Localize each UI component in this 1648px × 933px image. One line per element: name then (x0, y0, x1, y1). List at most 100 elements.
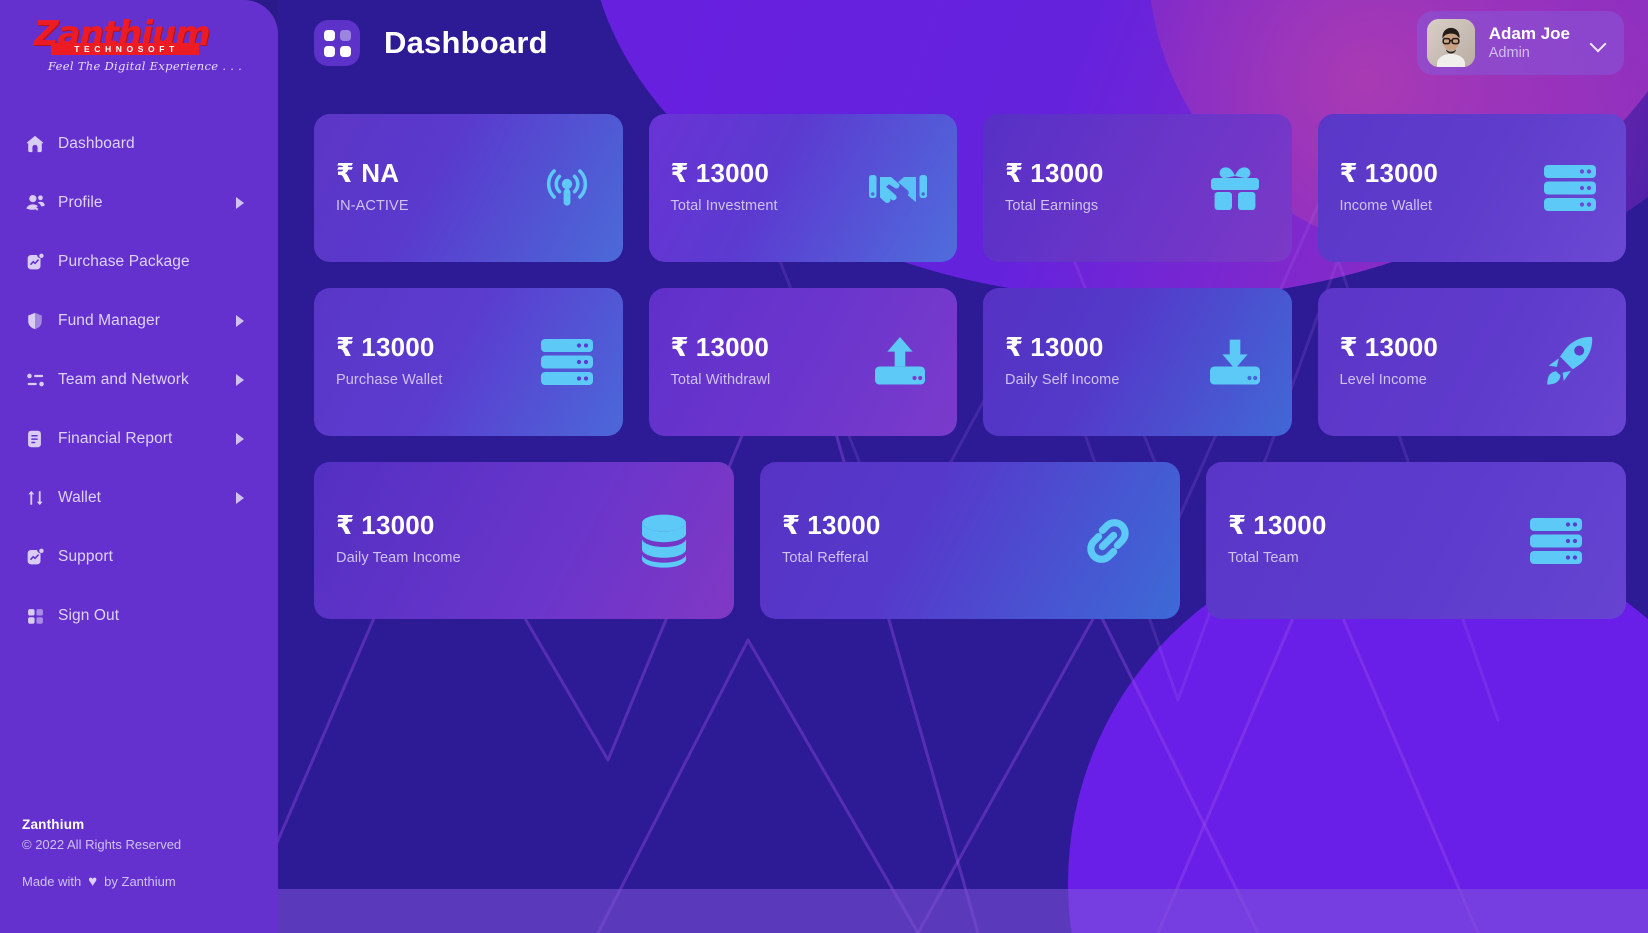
grid-cell (323, 29, 335, 41)
chevron-right-icon (236, 491, 244, 504)
stat-value: ₹13000 (336, 510, 708, 541)
brand-logo-subtitle: TECHNOSOFT (51, 43, 199, 55)
stat-label: Total Refferal (782, 550, 869, 566)
stat-value: ₹13000 (782, 510, 1154, 541)
stat-card-total-withdrawl[interactable]: ₹13000 Total Withdrawl (648, 288, 957, 436)
stat-amount: 13000 (1364, 332, 1439, 362)
stat-value: ₹13000 (1228, 510, 1600, 541)
sidebar-item-team-and-network[interactable]: Team and Network (0, 350, 278, 409)
stat-value: ₹13000 (336, 332, 597, 363)
currency-symbol: ₹ (1339, 333, 1358, 363)
stat-amount: 13000 (807, 510, 881, 540)
sidebar-item-purchase-package[interactable]: Purchase Package (0, 232, 278, 291)
chevron-right-icon (236, 314, 244, 327)
stat-label: Daily Self Income (1005, 372, 1120, 388)
grid-cell (339, 29, 351, 41)
stat-card-in-active[interactable]: ₹ NA IN-ACTIVE (314, 114, 623, 262)
stat-card-daily-self-income[interactable]: ₹13000 Daily Self Income (983, 288, 1292, 436)
stat-value: ₹13000 (1340, 332, 1601, 363)
stats-grid: ₹ NA IN-ACTIVE ₹13000 Total Investment ₹… (278, 86, 1648, 619)
sidebar-item-support[interactable]: Support (0, 527, 278, 586)
sidebar-item-label: Purchase Package (58, 252, 190, 270)
sidebar: Zanthium TECHNOSOFT Feel The Digital Exp… (0, 0, 278, 933)
chart-box-icon (24, 543, 58, 571)
stat-value: ₹13000 (671, 332, 932, 363)
stats-row: ₹ NA IN-ACTIVE ₹13000 Total Investment ₹… (314, 114, 1626, 262)
grid-icon (24, 602, 58, 630)
stat-label: Income Wallet (1339, 198, 1433, 214)
stat-card-total-investment[interactable]: ₹13000 Total Investment (648, 114, 957, 262)
stat-amount: 13000 (1364, 158, 1439, 188)
sidebar-item-financial-report[interactable]: Financial Report (0, 409, 278, 468)
user-role: Admin (1488, 45, 1530, 61)
document-icon (24, 425, 58, 453)
shield-icon (24, 307, 58, 335)
grid-cell (339, 45, 351, 57)
grid-icon[interactable] (314, 20, 360, 66)
sidebar-item-wallet[interactable]: Wallet (0, 468, 278, 527)
currency-symbol: ₹ (1339, 159, 1358, 189)
stat-card-purchase-wallet[interactable]: ₹13000 Purchase Wallet (314, 288, 623, 436)
made-by-label: by Zanthium (104, 874, 176, 889)
stat-label: Daily Team Income (336, 550, 461, 566)
sidebar-footer-brand: Zanthium (22, 817, 85, 832)
currency-symbol: ₹ (670, 159, 689, 189)
stat-card-daily-team-income[interactable]: ₹13000 Daily Team Income (314, 462, 734, 619)
stat-card-income-wallet[interactable]: ₹13000 Income Wallet (1317, 114, 1626, 262)
currency-symbol: ₹ (1005, 333, 1024, 363)
sidebar-item-label: Fund Manager (58, 311, 161, 329)
stat-card-total-refferal[interactable]: ₹13000 Total Refferal (760, 462, 1180, 619)
chevron-down-icon[interactable] (1590, 38, 1606, 48)
stat-value: ₹13000 (1005, 158, 1266, 189)
page-footer-bar (278, 889, 1648, 933)
sidebar-item-fund-manager[interactable]: Fund Manager (0, 291, 278, 350)
stat-amount: 13000 (695, 158, 770, 188)
stat-label: Total Team (1228, 550, 1299, 566)
user-meta: Adam Joe Admin (1489, 23, 1570, 63)
stat-label: IN-ACTIVE (336, 198, 409, 214)
sidebar-footer: Zanthium © 2022 All Rights Reserved Made… (22, 817, 262, 889)
currency-symbol: ₹ (336, 511, 355, 541)
grid-cell (323, 45, 335, 57)
stat-value: ₹13000 (1340, 158, 1601, 189)
chevron-right-icon (236, 432, 244, 445)
chevron-right-icon (236, 373, 244, 386)
sidebar-item-label: Financial Report (58, 429, 173, 447)
sidebar-item-dashboard[interactable]: Dashboard (0, 114, 278, 173)
stat-amount: 13000 (1253, 510, 1327, 540)
stat-amount: 13000 (1030, 332, 1104, 362)
sidebar-item-profile[interactable]: Profile (0, 173, 278, 232)
stat-label: Total Investment (670, 198, 778, 214)
sidebar-item-label: Team and Network (58, 370, 189, 388)
stat-label: Purchase Wallet (336, 372, 443, 388)
home-icon (24, 130, 58, 158)
user-menu[interactable]: Adam Joe Admin (1416, 11, 1624, 75)
stat-card-total-team[interactable]: ₹13000 Total Team (1206, 462, 1626, 619)
stat-amount: NA (361, 158, 400, 188)
users-icon (24, 189, 58, 217)
sidebar-nav: Dashboard Profile Purchase Package Fund … (0, 114, 278, 645)
user-avatar (1426, 19, 1475, 67)
stat-label: Total Earnings (1005, 198, 1099, 214)
user-name: Adam Joe (1488, 24, 1570, 43)
heart-icon: ♥ (88, 873, 98, 890)
main-content: Dashboard Adam Joe Admin ₹ NA IN-ACTIVE … (278, 0, 1648, 933)
currency-symbol: ₹ (336, 159, 355, 189)
made-with-label: Made with (22, 874, 82, 889)
stats-row: ₹13000 Daily Team Income ₹13000 Total Re… (314, 462, 1626, 619)
stat-card-total-earnings[interactable]: ₹13000 Total Earnings (983, 114, 1292, 262)
stat-amount: 13000 (361, 510, 435, 540)
sidebar-footer-copyright: © 2022 All Rights Reserved (22, 837, 182, 852)
avatar (1426, 19, 1475, 67)
currency-symbol: ₹ (1228, 511, 1247, 541)
currency-symbol: ₹ (1005, 159, 1024, 189)
brand-logo[interactable]: Zanthium TECHNOSOFT Feel The Digital Exp… (0, 0, 278, 96)
stat-card-level-income[interactable]: ₹13000 Level Income (1317, 288, 1626, 436)
stat-value: ₹13000 (671, 158, 932, 189)
sidebar-item-label: Sign Out (58, 606, 120, 624)
sidebar-item-sign-out[interactable]: Sign Out (0, 586, 278, 645)
transfer-icon (24, 484, 58, 512)
chevron-right-icon (236, 196, 244, 209)
stat-value: ₹13000 (1005, 332, 1266, 363)
brand-tagline: Feel The Digital Experience . . . (48, 59, 243, 73)
